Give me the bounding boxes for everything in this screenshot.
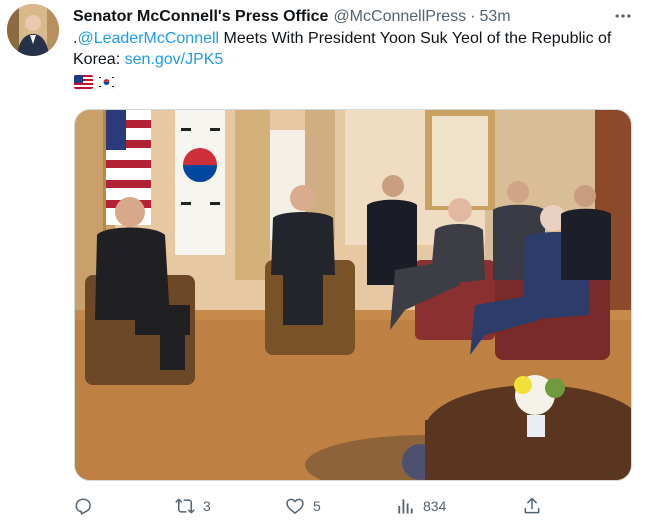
tweet-header: Senator McConnell's Press Office @McConn… <box>73 6 511 28</box>
like-button[interactable]: 5 <box>285 492 321 520</box>
share-button[interactable] <box>522 492 550 520</box>
share-icon <box>524 497 540 514</box>
retweet-button[interactable]: 3 <box>175 492 211 520</box>
tweet-text: .@LeaderMcConnell Meets With President Y… <box>73 28 638 70</box>
retweet-icon <box>175 498 195 514</box>
url-link[interactable]: sen.gov/JPK5 <box>125 51 224 68</box>
like-count: 5 <box>313 498 321 514</box>
retweet-count: 3 <box>203 498 211 514</box>
more-icon <box>615 14 631 18</box>
separator-dot: · <box>470 8 476 25</box>
avatar-image <box>7 4 59 56</box>
views-button[interactable]: 834 <box>395 492 446 520</box>
tweet[interactable]: Senator McConnell's Press Office @McConn… <box>0 0 658 528</box>
views-count: 834 <box>423 498 447 514</box>
more-options-button[interactable] <box>611 4 635 28</box>
reply-icon <box>75 498 91 515</box>
author-handle[interactable]: @McConnellPress <box>333 8 466 26</box>
meeting-photo <box>75 110 631 480</box>
mention-link[interactable]: @LeaderMcConnell <box>77 30 219 47</box>
author-display-name[interactable]: Senator McConnell's Press Office <box>73 8 328 26</box>
flag-emojis <box>74 75 116 89</box>
flag-kr-icon <box>97 75 116 89</box>
tweet-photo[interactable] <box>74 109 632 481</box>
flag-us-icon <box>74 75 93 89</box>
reply-button[interactable] <box>73 492 101 520</box>
timestamp[interactable]: 53m <box>480 8 511 26</box>
action-bar: 3 5 834 <box>73 492 553 520</box>
views-icon <box>398 499 413 514</box>
heart-icon <box>286 498 304 514</box>
avatar[interactable] <box>7 4 59 56</box>
